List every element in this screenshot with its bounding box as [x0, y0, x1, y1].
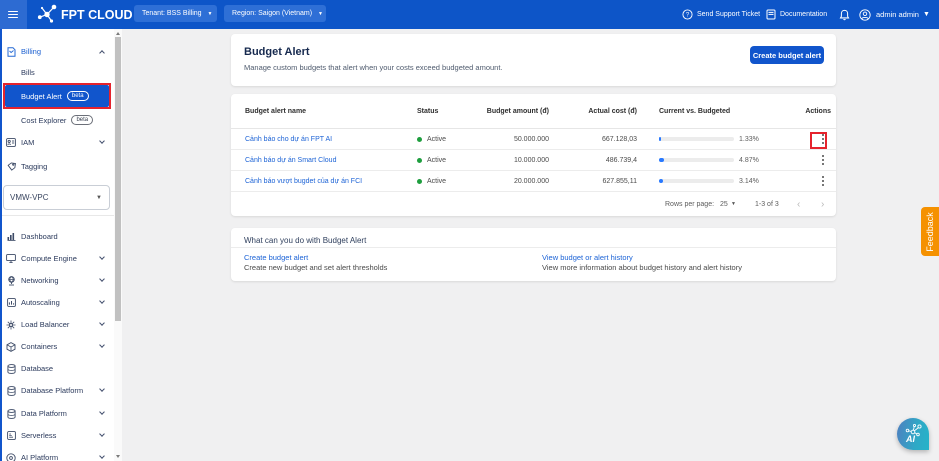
svg-text:AI: AI [905, 434, 915, 444]
svg-text:?: ? [686, 12, 690, 19]
